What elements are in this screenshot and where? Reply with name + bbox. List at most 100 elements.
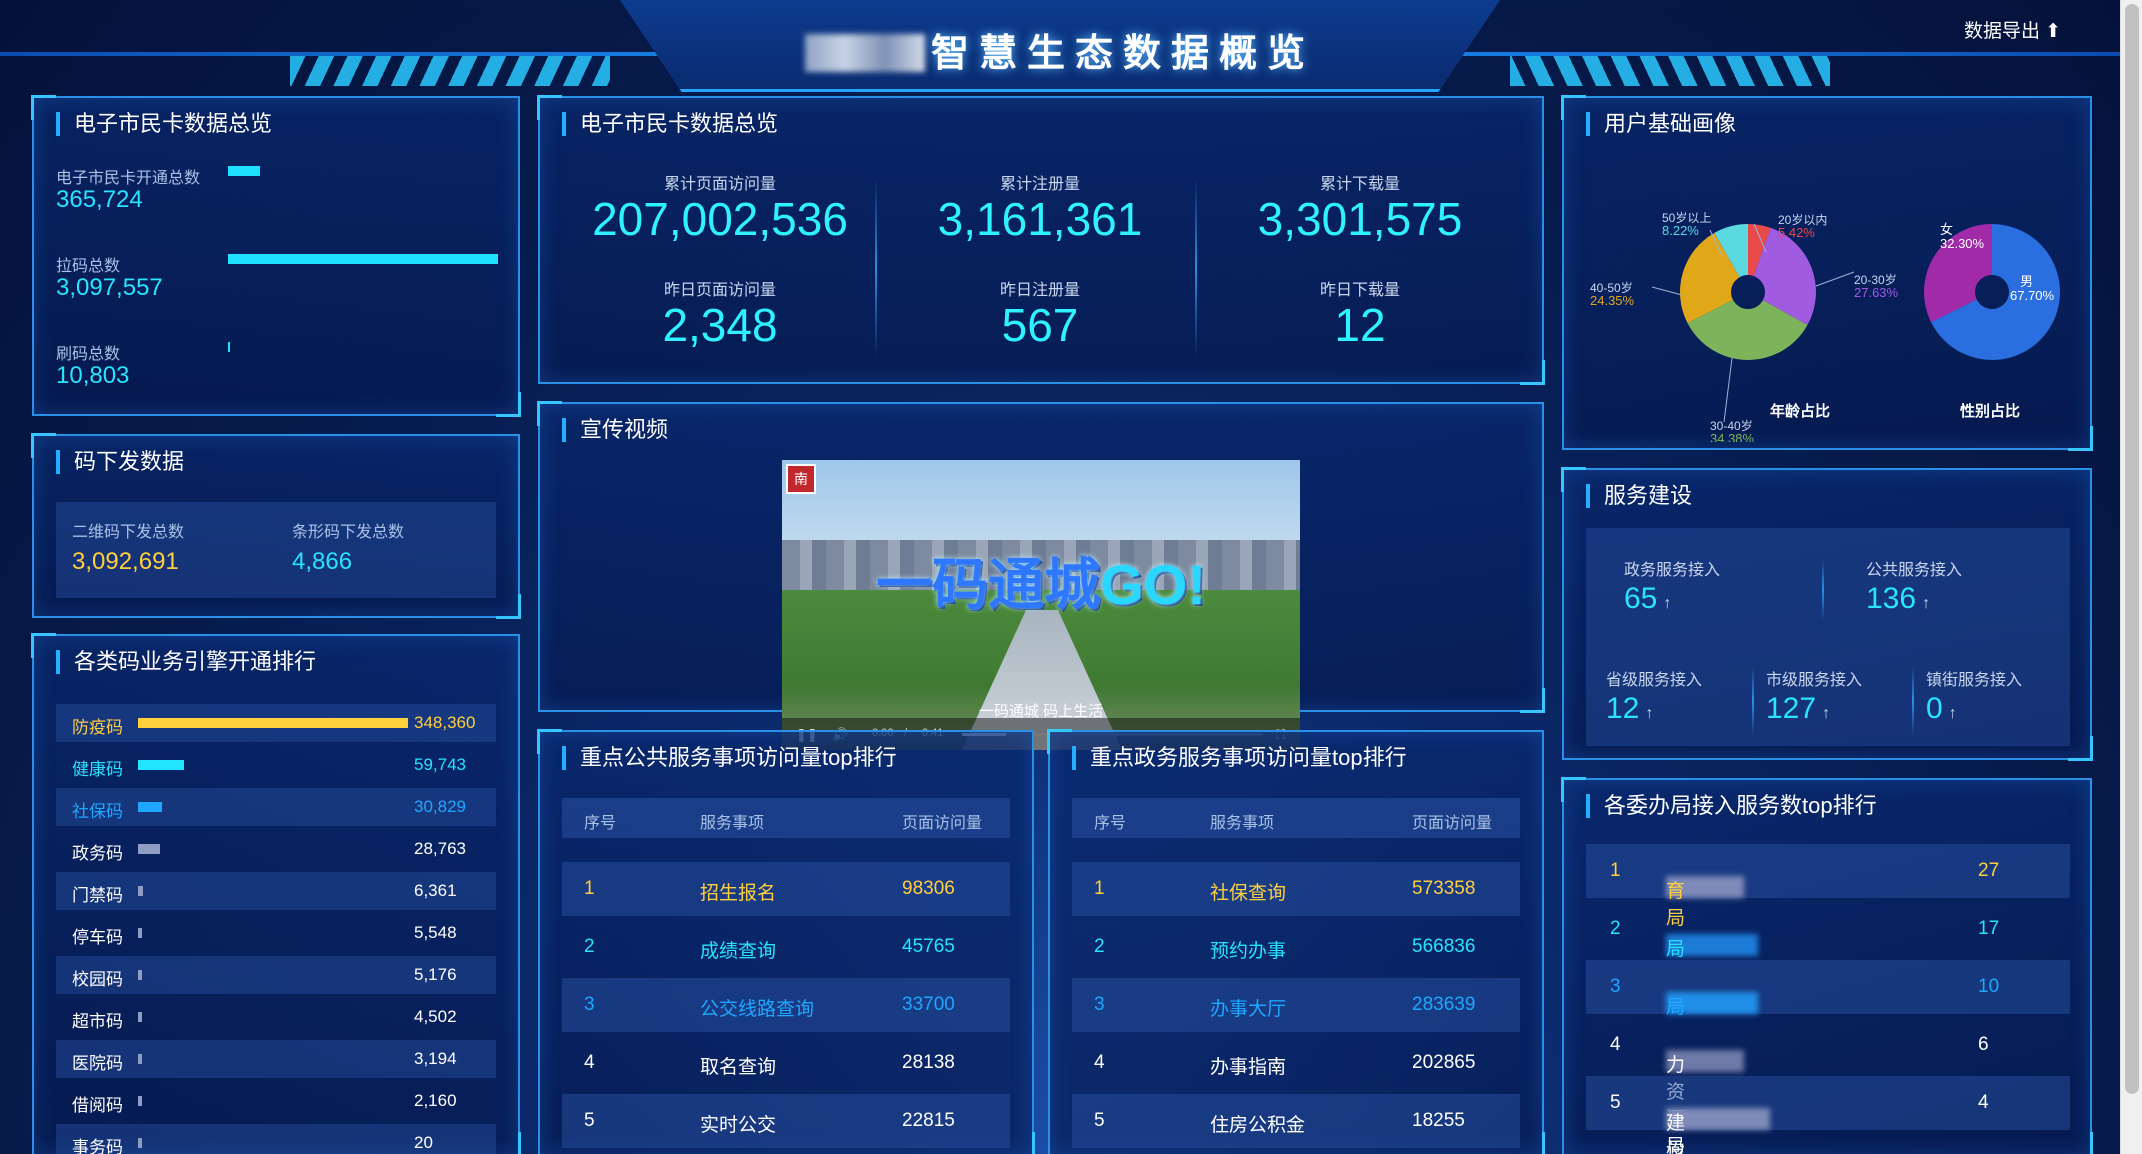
ranking-row: 防疫码 348,360	[56, 704, 496, 742]
row-service-name: 住房公积金	[1210, 1115, 1306, 1136]
chart-label: 32.30%	[1940, 236, 1985, 251]
ranking-value: 28,763	[414, 839, 466, 858]
chart-label: 女	[1940, 222, 1953, 237]
table-row[interactable]: 3 公交线路查询 33700	[562, 978, 1010, 1032]
service-value: 12 ↑	[1606, 692, 1653, 726]
ranking-bar	[138, 802, 162, 812]
table-row[interactable]: 2 预约办事 566836	[1072, 920, 1520, 974]
ranking-value: 5,548	[414, 923, 457, 942]
row-service-name: 成绩查询	[700, 941, 777, 962]
divider	[1195, 178, 1197, 358]
leader-line	[1651, 286, 1683, 296]
chart-label: 67.70%	[2010, 288, 2055, 303]
row-index: 3	[1094, 994, 1105, 1015]
overview-value: 365,724	[56, 186, 143, 213]
ranking-name: 校园码	[72, 970, 123, 989]
row-index: 1	[1094, 878, 1105, 899]
service-value: 0 ↑	[1926, 692, 1957, 726]
ranking-row: 超市码 4,502	[56, 998, 496, 1036]
overview-bar	[228, 342, 230, 352]
code-ranking-panel: 各类码业务引擎开通排行 防疫码 348,360 健康码 59,743 社保码 30,829…	[31, 633, 521, 1154]
ranking-name: 事务码	[72, 1138, 123, 1154]
ranking-row: 门禁码 6,361	[56, 872, 496, 910]
stat-value: 3,301,575	[1257, 193, 1463, 245]
ranking-value: 348,360	[414, 713, 476, 732]
service-value: 136 ↑	[1866, 582, 1930, 616]
row-index: 4	[584, 1052, 595, 1073]
ranking-name: 超市码	[72, 1012, 123, 1031]
gender-chart-title: 性别占比	[1959, 403, 2020, 420]
row-service-name: 预约办事	[1210, 941, 1287, 962]
stat-label: 累计注册量	[999, 176, 1080, 193]
upload-icon: ⬆	[2045, 21, 2062, 42]
table-row[interactable]: 4 办事指南 202865	[1072, 1036, 1520, 1090]
video-logo: 南	[786, 464, 816, 494]
promo-video[interactable]: 南 一码通城GO! 一码通城 码上生活 ❚❚ 🔊 0:06 / 0:41 ⛶	[782, 460, 1300, 750]
table-row[interactable]: 1 招生报名 98306	[562, 862, 1010, 916]
barcode-issue-value: 4,866	[292, 548, 353, 575]
profile-charts: 20岁以内5.42%20-30岁27.63%30-40岁34.38%40-50岁…	[1590, 210, 2060, 442]
stats-panel: 电子市民卡数据总览 累计页面访问量 207,002,536 累计注册量 3,161,3…	[537, 95, 1545, 385]
ranking-bar	[138, 1054, 142, 1064]
bureau-count: 17	[1978, 918, 2000, 939]
bureau-row[interactable]: 2 局 17	[1586, 902, 2070, 960]
ranking-row: 校园码 5,176	[56, 956, 496, 994]
ranking-name: 社保码	[72, 802, 123, 821]
panel-title: 各类码业务引擎开通排行	[56, 650, 316, 674]
panel-title: 用户基础画像	[1586, 112, 1736, 136]
table-row[interactable]: 5 住房公积金 18255	[1072, 1094, 1520, 1148]
table-row[interactable]: 3 办事大厅 283639	[1072, 978, 1520, 1032]
row-visits: 98306	[902, 878, 955, 899]
service-number: 12	[1606, 692, 1640, 725]
video-headline-a: 一码通城	[876, 553, 1101, 616]
bureau-count: 10	[1978, 976, 2000, 997]
chart-label: 24.35%	[1590, 293, 1635, 308]
table-header-cell: 序号	[1094, 815, 1127, 832]
ranking-value: 59,743	[414, 755, 466, 774]
chart-label: 8.22%	[1662, 223, 1699, 238]
table-header-cell: 序号	[584, 815, 617, 832]
panel-title: 宣传视频	[562, 418, 668, 442]
bureau-row[interactable]: 1 育局 27	[1586, 844, 2070, 929]
scroll-thumb[interactable]	[2125, 4, 2139, 1094]
stat-label: 累计页面访问量	[663, 176, 776, 193]
overview-value: 10,803	[56, 362, 130, 389]
service-label: 公共服务接入	[1866, 562, 1963, 579]
bureau-name-suffix: 建设局	[1666, 1113, 1686, 1154]
service-label: 政务服务接入	[1624, 562, 1721, 579]
export-button[interactable]: 数据导出 ⬆	[1964, 16, 2061, 43]
bureau-row[interactable]: 5 建设局 4	[1586, 1076, 2070, 1154]
bureau-row[interactable]: 4力资源局6	[1586, 1018, 2070, 1154]
qr-issue-value: 3,092,691	[72, 548, 179, 575]
ranking-name: 门禁码	[72, 886, 123, 905]
stat-value: 2,348	[662, 299, 778, 351]
ranking-name: 政务码	[72, 844, 123, 863]
chart-label: 27.63%	[1854, 285, 1899, 300]
stat-value: 567	[1001, 299, 1079, 351]
divider	[1822, 560, 1824, 620]
ranking-value: 20	[414, 1133, 433, 1152]
stat-label: 昨日注册量	[999, 282, 1080, 299]
overview-bar	[228, 166, 260, 176]
ranking-bar	[138, 970, 142, 980]
barcode-issue-label: 条形码下发总数	[292, 524, 405, 541]
leader-line	[1815, 271, 1855, 287]
table-row[interactable]: 4 取名查询 28138	[562, 1036, 1010, 1090]
ranking-bar	[138, 760, 184, 770]
table-row[interactable]: 1 社保查询 573358	[1072, 862, 1520, 916]
ranking-value: 3,194	[414, 1049, 457, 1068]
bureau-count: 27	[1978, 860, 2000, 881]
page-title: 智慧生态数据概览	[0, 22, 2120, 77]
overview-bar	[228, 254, 498, 264]
page-scrollbar[interactable]	[2120, 0, 2142, 1154]
divider	[1912, 666, 1914, 736]
up-arrow-icon: ↑	[1663, 595, 1672, 612]
table-header-cell: 服务事项	[700, 815, 765, 832]
dashboard: 智慧生态数据概览 数据导出 ⬆ 电子市民卡数据总览 电子市民卡开通总数 365,7…	[0, 0, 2120, 1154]
bureau-row[interactable]: 3 局 10	[1586, 960, 2070, 1018]
bureau-count: 4	[1978, 1092, 1989, 1113]
ranking-row: 借阅码 2,160	[56, 1082, 496, 1120]
table-row[interactable]: 2 成绩查询 45765	[562, 920, 1010, 974]
service-value: 65 ↑	[1624, 582, 1671, 616]
table-row[interactable]: 5 实时公交 22815	[562, 1094, 1010, 1148]
